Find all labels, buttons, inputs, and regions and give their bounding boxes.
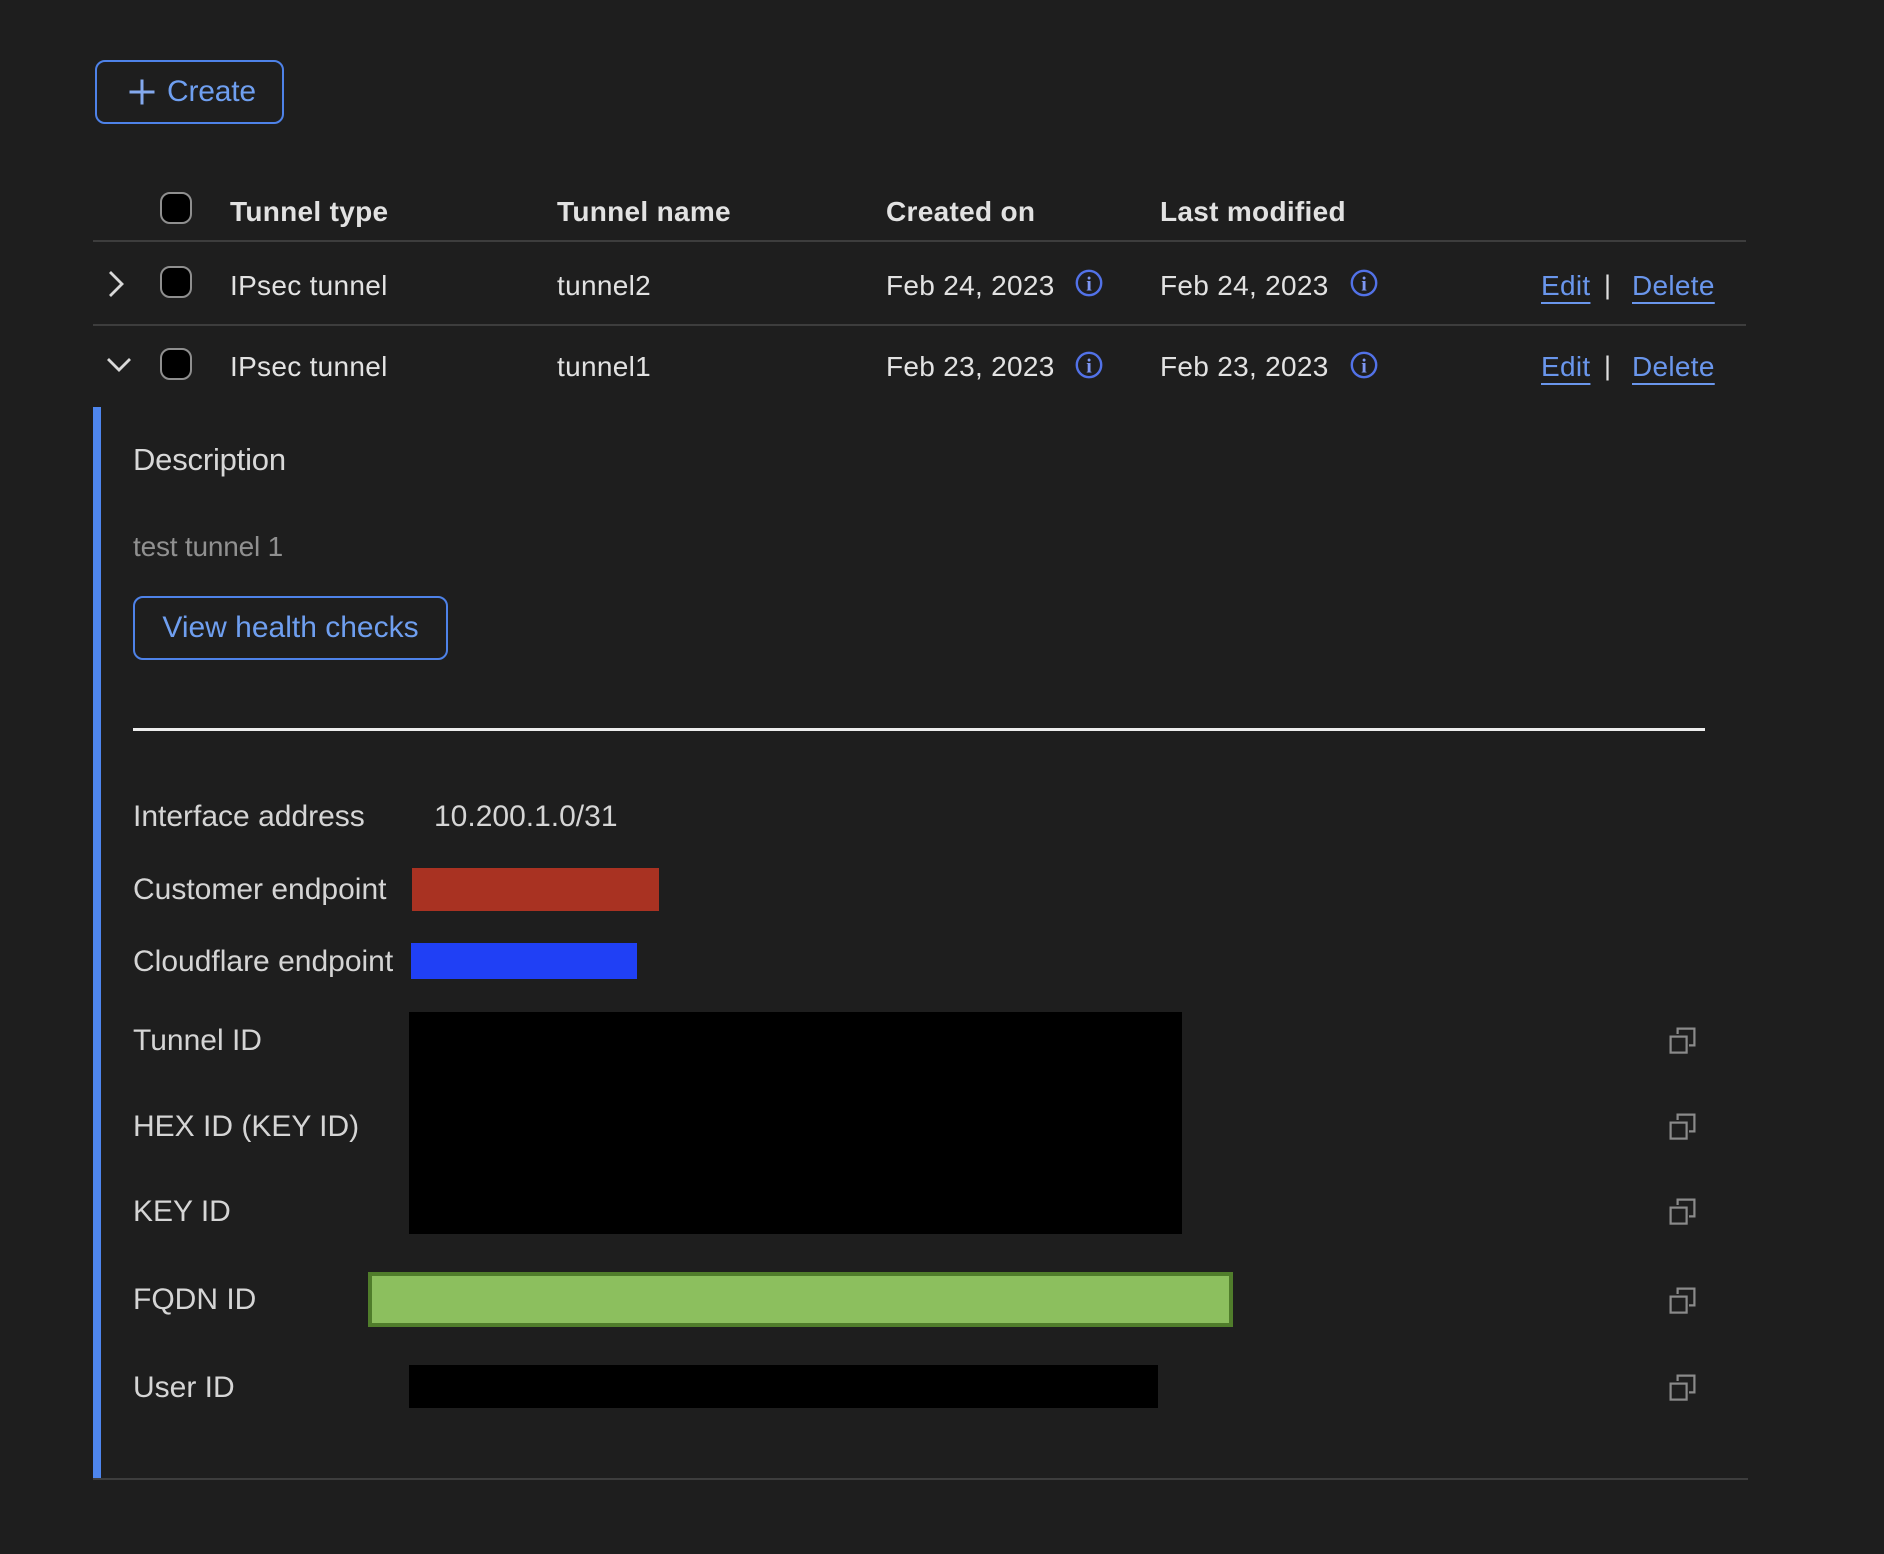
svg-text:i: i bbox=[1086, 356, 1092, 378]
svg-text:i: i bbox=[1361, 274, 1367, 296]
svg-text:i: i bbox=[1361, 356, 1367, 378]
svg-text:i: i bbox=[1086, 274, 1092, 296]
